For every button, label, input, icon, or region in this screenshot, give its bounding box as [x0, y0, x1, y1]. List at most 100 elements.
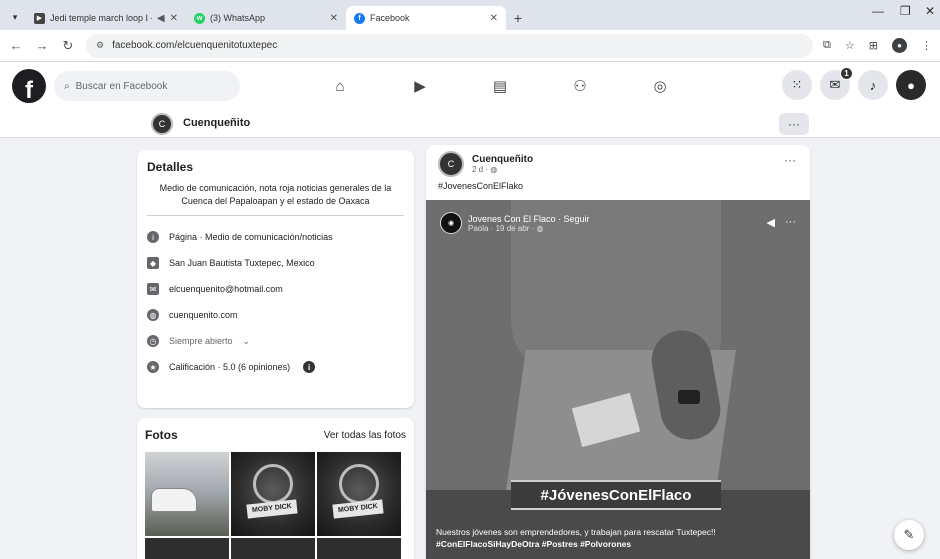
detail-text[interactable]: elcuenquenito@hotmail.com: [169, 284, 283, 294]
menu-grid-icon[interactable]: ⁙: [782, 70, 812, 100]
video-date: Paola · 19 de abr ·: [468, 223, 537, 233]
marketplace-icon[interactable]: ▤: [460, 62, 540, 110]
install-icon[interactable]: ⧉: [823, 39, 831, 52]
video-channel-name[interactable]: Jovenes Con El Flaco · Seguir: [468, 214, 590, 224]
main-nav-tabs: ⌂ ▶ ▤ ⚇ ◎: [300, 62, 700, 110]
photo-stamp: MOBY DICK: [332, 499, 384, 519]
new-tab-button[interactable]: +: [506, 6, 530, 30]
url-input[interactable]: ⚙ facebook.com/elcuenquenitotuxtepec: [86, 33, 814, 58]
browser-tab-active[interactable]: f Facebook ✕: [346, 6, 506, 30]
star-icon: ★: [147, 361, 159, 374]
new-message-edit-icon[interactable]: ✎: [894, 520, 924, 550]
post-card: C Cuenqueñito 2 d · ◍ ··· #JovenesConElF…: [426, 145, 810, 559]
page-avatar[interactable]: C: [151, 113, 173, 135]
post-author[interactable]: Cuenqueñito: [472, 154, 533, 165]
facebook-favicon-icon: f: [354, 12, 365, 24]
facebook-top-nav: f ⌕ Buscar en Facebook ⌂ ▶ ▤ ⚇ ◎ ⁙ ✉ 1 ♪ …: [0, 62, 940, 110]
photo-thumbnail[interactable]: MOBY DICK: [317, 452, 401, 536]
video-more-icon[interactable]: ···: [785, 216, 796, 229]
logo-letter: f: [25, 77, 33, 103]
detail-row-website[interactable]: ◍ cuenquenito.com: [147, 302, 404, 328]
caption-text: Nuestros jóvenes son emprendedores, y tr…: [436, 527, 716, 537]
tab-search-icon[interactable]: ▾: [4, 4, 26, 30]
notifications-bell-icon[interactable]: ♪: [858, 70, 888, 100]
whatsapp-favicon-icon: w: [194, 12, 205, 24]
browser-tab[interactable]: w (3) WhatsApp ✕: [186, 6, 346, 30]
forward-icon[interactable]: →: [34, 38, 50, 53]
url-text: facebook.com/elcuenquenitotuxtepec: [112, 40, 278, 51]
detail-text[interactable]: cuenquenito.com: [169, 310, 238, 320]
rating-info-icon[interactable]: i: [303, 361, 316, 374]
site-info-icon[interactable]: ⚙: [96, 40, 104, 51]
chevron-down-icon[interactable]: ⌄: [243, 336, 251, 347]
browser-tab-bar: ▾ ▶ Jedi temple march loop I - ◀ ✕ w (3)…: [0, 0, 940, 30]
photo-thumbnail[interactable]: [145, 452, 229, 536]
gaming-icon[interactable]: ◎: [620, 62, 700, 110]
photo-stamp: MOBY DICK: [246, 499, 298, 519]
detail-row-hours[interactable]: ◷ Siempre abierto ⌄: [147, 328, 404, 354]
detail-text: Página · Medio de comunicación/noticias: [169, 232, 333, 243]
photos-title: Fotos: [145, 428, 178, 442]
browser-toolbar-right: ⧉ ☆ ⊞ ● ⋮: [823, 38, 932, 53]
groups-icon[interactable]: ⚇: [540, 62, 620, 110]
extension-icon[interactable]: ⊞: [869, 39, 878, 52]
back-icon[interactable]: ←: [8, 38, 24, 53]
browser-tab[interactable]: ▶ Jedi temple march loop I - ◀ ✕: [26, 6, 186, 30]
photo-thumbnail[interactable]: MOBY DICK: [231, 452, 315, 536]
restore-icon[interactable]: ❐: [900, 4, 911, 18]
details-card: Detalles Medio de comunicación, nota roj…: [137, 150, 414, 408]
messenger-icon[interactable]: ✉ 1: [820, 67, 853, 100]
post-more-button[interactable]: ···: [784, 153, 796, 167]
post-hashtag[interactable]: #JovenesConElFlako: [438, 181, 523, 191]
photo-thumbnail[interactable]: [145, 538, 229, 559]
reload-icon[interactable]: ↻: [60, 38, 76, 54]
post-time[interactable]: 2 d ·: [472, 165, 490, 174]
post-author-avatar[interactable]: C: [438, 151, 464, 177]
bookmark-star-icon[interactable]: ☆: [845, 39, 855, 52]
close-window-icon[interactable]: ✕: [925, 4, 935, 18]
photos-grid: MOBY DICK MOBY DICK: [145, 452, 406, 559]
email-icon: ✉: [147, 283, 159, 296]
volume-icon[interactable]: ◀: [767, 216, 775, 229]
tab-audio-icon[interactable]: ◀: [157, 13, 165, 24]
tab-close-icon[interactable]: ✕: [170, 13, 178, 24]
account-avatar[interactable]: ●: [896, 70, 926, 100]
tab-close-icon[interactable]: ✕: [330, 13, 338, 24]
browser-menu-icon[interactable]: ⋮: [921, 39, 932, 52]
video-channel-avatar[interactable]: ◉: [440, 212, 462, 234]
see-all-photos-link[interactable]: Ver todas las fotos: [324, 430, 406, 441]
detail-row-email[interactable]: ✉ elcuenquenito@hotmail.com: [147, 276, 404, 302]
photos-header: Fotos Ver todas las fotos: [145, 428, 406, 442]
video-watch: [678, 390, 700, 404]
detail-text: San Juan Bautista Tuxtepec, Mexico: [169, 258, 315, 269]
nav-actions: ⁙ ✉ 1 ♪ ●: [782, 67, 926, 100]
video-player[interactable]: ◉ Jovenes Con El Flaco · Seguir Paola · …: [426, 200, 810, 559]
page-more-button[interactable]: ···: [779, 113, 809, 135]
page-title[interactable]: Cuenqueñito: [183, 117, 250, 129]
public-globe-icon: ◍: [536, 223, 544, 233]
youtube-favicon-icon: ▶: [34, 12, 45, 24]
detail-text: Siempre abierto: [169, 336, 233, 347]
detail-row-category: i Página · Medio de comunicación/noticia…: [147, 224, 404, 250]
caption-tags[interactable]: #ConElFlacoSiHayDeOtra #Postres #Polvoro…: [436, 538, 806, 550]
video-controls: ◀ ···: [767, 216, 796, 229]
home-icon[interactable]: ⌂: [300, 62, 380, 110]
post-meta: 2 d · ◍: [472, 165, 533, 174]
video-banner: #JóvenesConElFlaco: [511, 480, 721, 510]
detail-text: Calificación · 5.0 (6 opiniones): [169, 362, 291, 373]
video-channel-header: ◉ Jovenes Con El Flaco · Seguir Paola · …: [440, 212, 590, 234]
tab-title: Jedi temple march loop I -: [50, 13, 152, 23]
page-sticky-header: C Cuenqueñito ···: [0, 110, 940, 138]
minimize-icon[interactable]: —: [872, 4, 884, 18]
video-caption: Nuestros jóvenes son emprendedores, y tr…: [436, 526, 806, 551]
profile-avatar-icon[interactable]: ●: [892, 38, 907, 53]
video-icon[interactable]: ▶: [380, 62, 460, 110]
detail-row-location: ◆ San Juan Bautista Tuxtepec, Mexico: [147, 250, 404, 276]
photo-thumbnail[interactable]: [317, 538, 401, 559]
photo-thumbnail[interactable]: [231, 538, 315, 559]
video-meta: Paola · 19 de abr · ◍: [468, 224, 590, 233]
tab-close-icon[interactable]: ✕: [490, 13, 498, 24]
facebook-search-input[interactable]: ⌕ Buscar en Facebook: [54, 71, 240, 101]
photos-card: Fotos Ver todas las fotos MOBY DICK MOBY…: [137, 418, 414, 559]
facebook-logo-icon[interactable]: f: [12, 69, 46, 103]
